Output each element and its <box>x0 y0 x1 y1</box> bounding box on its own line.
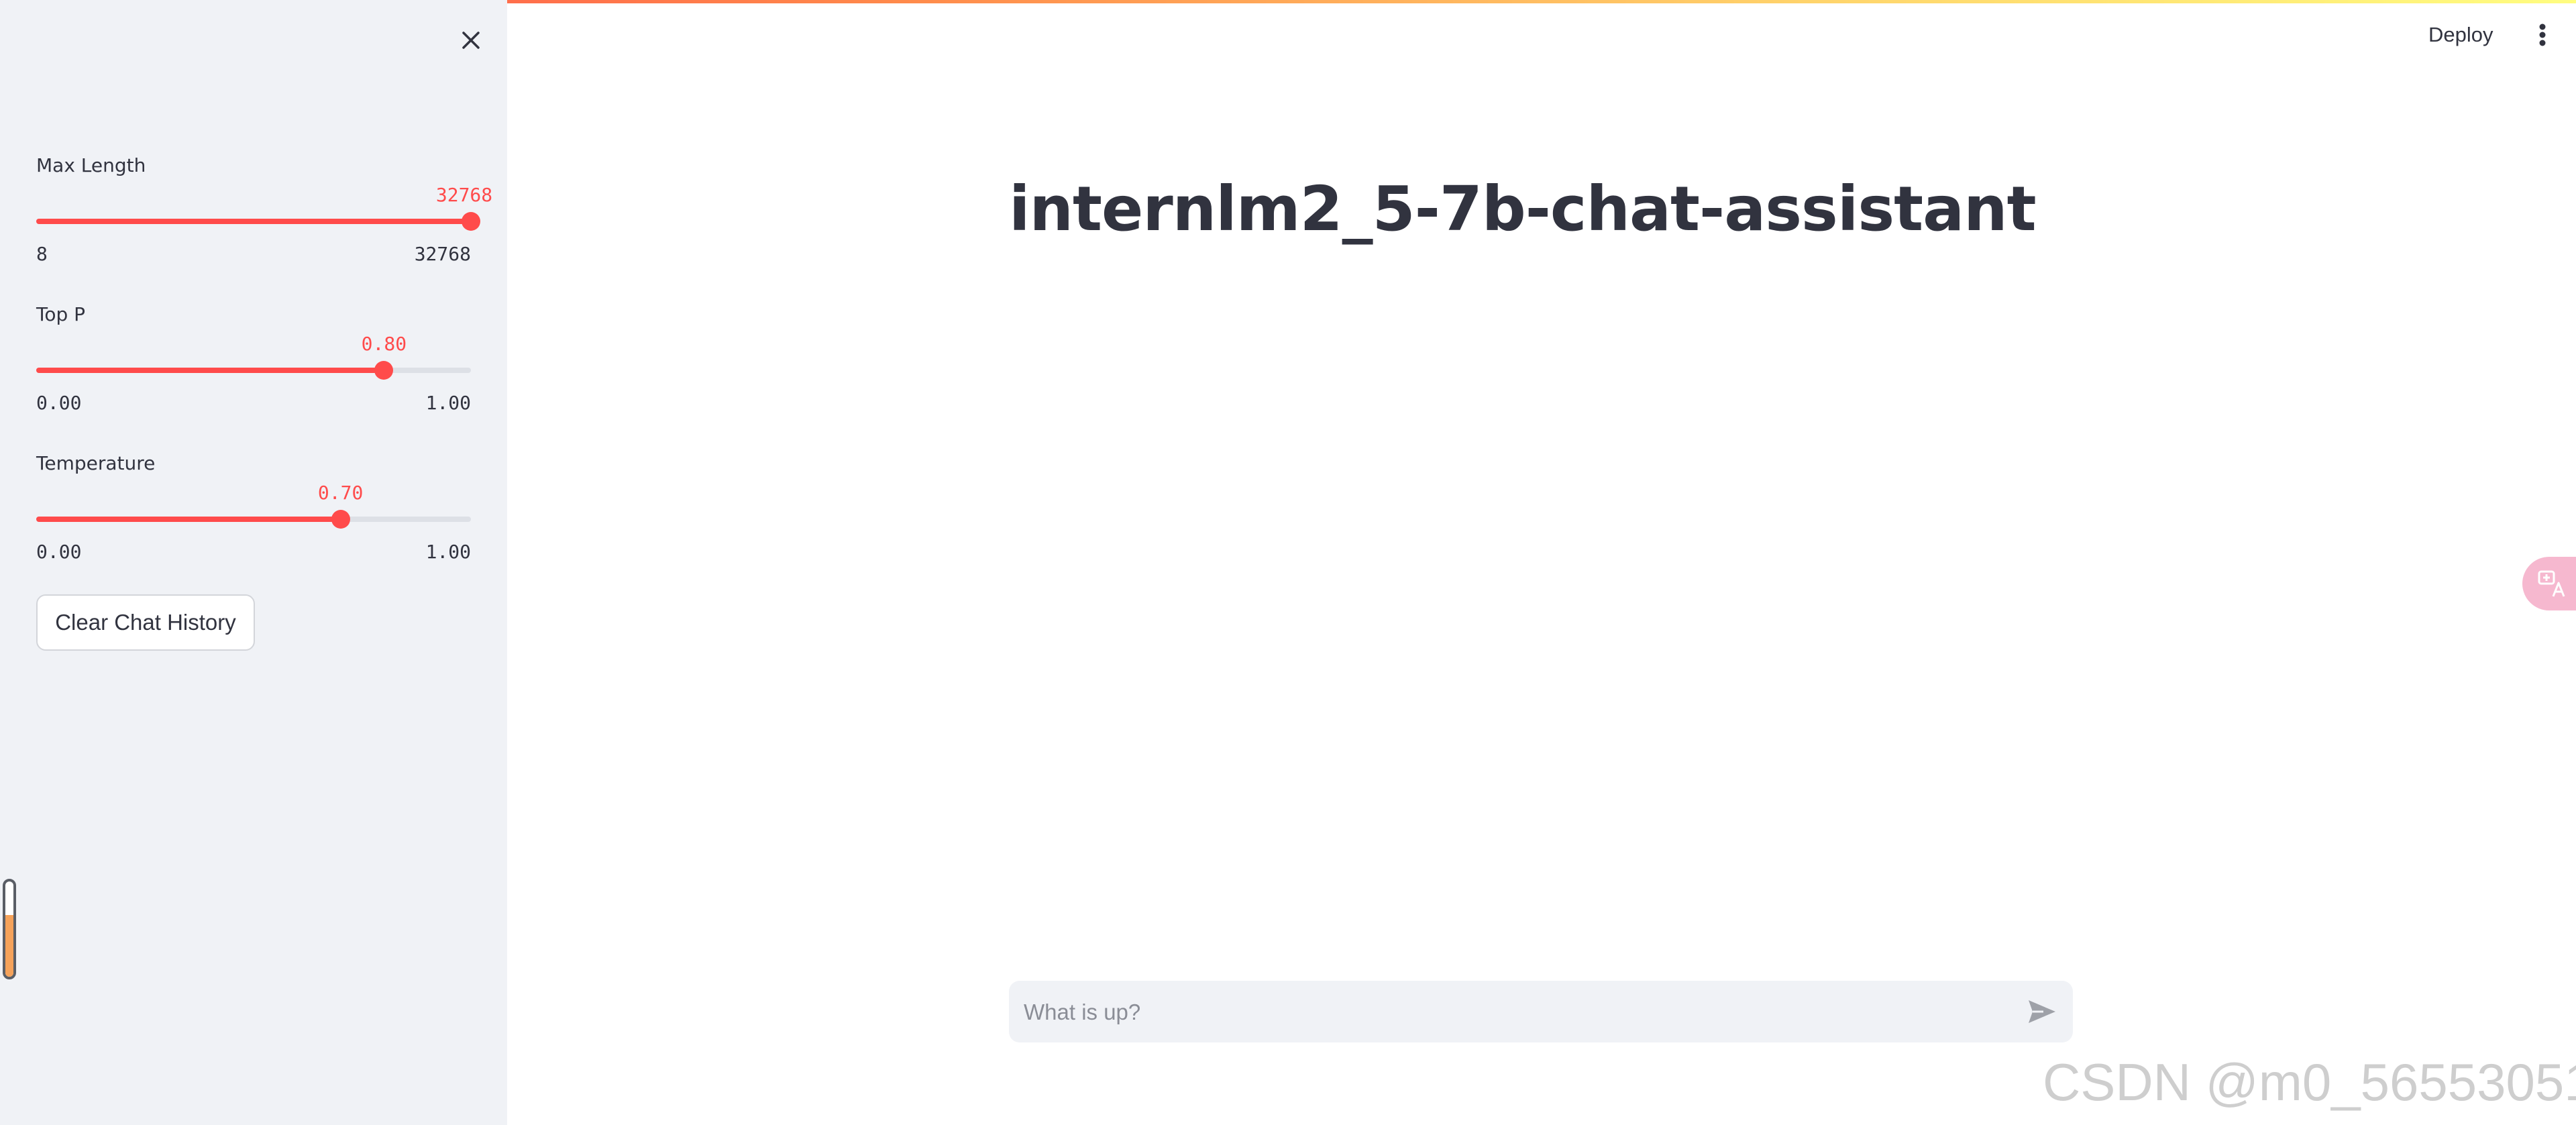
slider-thumb[interactable] <box>462 212 480 231</box>
slider-thumb[interactable] <box>331 510 350 529</box>
vertical-ellipsis-icon <box>2539 23 2546 46</box>
slider-value: 0.80 <box>361 333 407 355</box>
chat-input[interactable] <box>1022 981 2004 1044</box>
sidebar-scrollbar[interactable] <box>3 879 16 979</box>
translate-icon <box>2538 570 2565 597</box>
watermark: CSDN @m0_56553051 <box>2043 1053 2576 1112</box>
slider-fill <box>36 368 384 373</box>
slider-label: Top P <box>36 303 86 325</box>
translate-button[interactable] <box>2522 557 2576 610</box>
slider-track[interactable] <box>36 212 480 231</box>
slider-label: Max Length <box>36 154 146 176</box>
main-menu-button[interactable] <box>2529 20 2556 50</box>
slider-top-p: Top P 0.80 0.00 1.00 <box>36 303 471 424</box>
page-title: internlm2_5-7b-chat-assistant <box>1009 173 2037 245</box>
slider-thumb[interactable] <box>374 361 394 380</box>
send-button[interactable] <box>2026 996 2058 1028</box>
slider-fill <box>36 219 471 224</box>
slider-max-length: Max Length 32768 8 32768 <box>36 154 492 275</box>
scroll-indicator-fill <box>5 914 13 977</box>
slider-temperature: Temperature 0.70 0.00 1.00 <box>36 452 471 573</box>
slider-min-label: 0.00 <box>36 392 82 414</box>
slider-max-label: 1.00 <box>425 392 471 414</box>
close-icon <box>462 32 480 49</box>
sidebar: Max Length 32768 8 32768 Top P 0.80 0.00… <box>0 0 507 1125</box>
send-icon <box>2029 1000 2055 1023</box>
slider-value: 32768 <box>435 184 493 206</box>
slider-fill <box>36 517 341 522</box>
slider-track[interactable] <box>36 361 471 380</box>
sidebar-close-button[interactable] <box>456 25 486 55</box>
slider-min-label: 8 <box>36 243 48 265</box>
slider-max-label: 1.00 <box>425 541 471 563</box>
deploy-button[interactable]: Deploy <box>2428 23 2493 47</box>
slider-max-label: 32768 <box>414 243 471 265</box>
slider-track[interactable] <box>36 510 471 529</box>
slider-label: Temperature <box>36 452 156 474</box>
slider-value: 0.70 <box>317 482 364 504</box>
slider-min-label: 0.00 <box>36 541 82 563</box>
chat-input-container <box>1009 981 2073 1044</box>
clear-chat-history-button[interactable]: Clear Chat History <box>36 594 255 651</box>
